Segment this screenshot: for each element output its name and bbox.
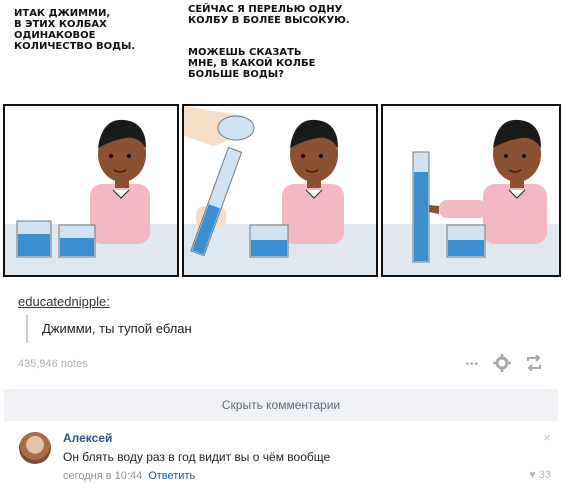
comic-panel-3 xyxy=(381,104,561,277)
post-quote: Джимми, ты тупой еблан xyxy=(26,315,192,343)
comic-panel-2 xyxy=(182,104,378,277)
gear-icon[interactable] xyxy=(493,354,511,375)
hide-comments-button[interactable]: Скрыть комментарии xyxy=(4,389,558,421)
reply-link[interactable]: Ответить xyxy=(148,470,195,482)
panel-3-drawing xyxy=(383,119,559,275)
comment-item: Алексей Он блять воду раз в год видит вы… xyxy=(0,422,563,484)
caption-panel-2-top: Сейчас я перелью одну колбу в более высо… xyxy=(188,4,350,26)
more-dots-icon[interactable]: ••• xyxy=(465,359,479,370)
comment-author-name[interactable]: Алексей xyxy=(63,431,112,445)
notes-count: 435,946 notes xyxy=(18,358,88,370)
like-count: 33 xyxy=(538,469,551,481)
post-actions: ••• xyxy=(465,354,543,375)
caption-panel-2-bottom: Можешь сказать мне, в какой колбе больше… xyxy=(188,47,316,80)
caption-panel-1: Итак Джимми, в этих колбах одинаковое ко… xyxy=(14,8,136,52)
heart-icon: ♥ xyxy=(529,469,536,481)
panel-1-drawing xyxy=(5,119,177,275)
close-icon[interactable]: × xyxy=(543,430,551,445)
reblog-icon[interactable] xyxy=(525,354,543,374)
comic-panel-1 xyxy=(3,104,179,277)
comic-image: Итак Джимми, в этих колбах одинаковое ко… xyxy=(0,0,563,282)
comment-timestamp: сегодня в 10:44 xyxy=(63,470,143,482)
avatar[interactable] xyxy=(19,432,51,464)
panel-2-drawing xyxy=(184,106,376,275)
comment-text: Он блять воду раз в год видит вы о чём в… xyxy=(63,450,331,464)
post-author-link[interactable]: educatednipple: xyxy=(18,294,110,309)
comment-meta: сегодня в 10:44 Ответить xyxy=(63,470,195,482)
like-button[interactable]: ♥ 33 xyxy=(529,469,551,481)
